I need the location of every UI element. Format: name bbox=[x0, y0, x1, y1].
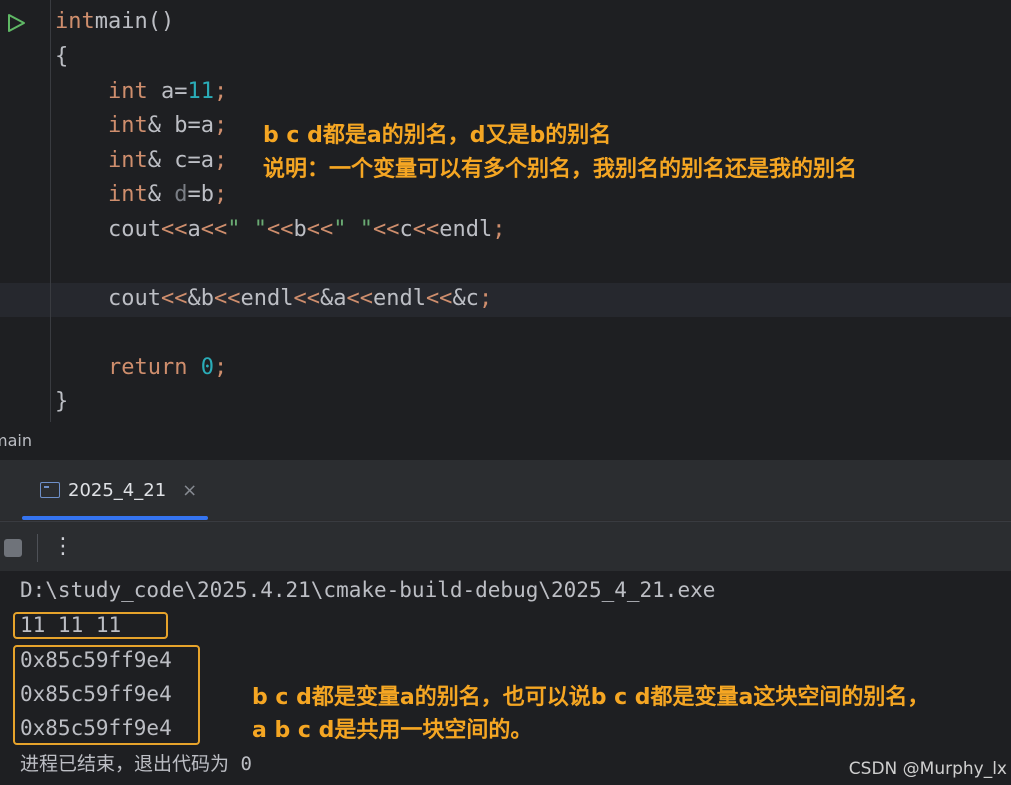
close-icon[interactable]: × bbox=[182, 480, 197, 501]
run-tab-bar: 2025_4_21 × bbox=[0, 460, 1011, 520]
active-tab-indicator bbox=[22, 516, 208, 520]
console-address-line: 0x85c59ff9e4 bbox=[20, 716, 172, 740]
annotation-shared-space: a b c d是共用一块空间的。 bbox=[252, 718, 533, 743]
breadcrumb[interactable]: main bbox=[0, 422, 1011, 461]
run-tab-title: 2025_4_21 bbox=[68, 479, 167, 501]
console-address-line: 0x85c59ff9e4 bbox=[20, 648, 172, 672]
console-path-line: D:\study_code\2025.4.21\cmake-build-debu… bbox=[20, 578, 716, 602]
code-line: { bbox=[55, 44, 69, 69]
stop-button[interactable] bbox=[4, 539, 22, 557]
toolbar-separator bbox=[37, 534, 38, 562]
more-options-button[interactable]: ⋮ bbox=[52, 532, 74, 562]
code-line: int& b=a; bbox=[107, 113, 228, 138]
code-line: cout<<a<<" "<<b<<" "<<c<<endl; bbox=[55, 217, 506, 242]
annotation-explanation: 说明：一个变量可以有多个别名，我别名的别名还是我的别名 bbox=[263, 157, 858, 182]
console-address-line: 0x85c59ff9e4 bbox=[20, 682, 172, 706]
code-line: return 0; bbox=[107, 355, 228, 380]
run-tab[interactable]: 2025_4_21 × bbox=[22, 460, 208, 520]
gutter-divider bbox=[50, 0, 51, 422]
code-line: int a=11; bbox=[107, 79, 228, 104]
annotation-alias-note: b c d都是a的别名，d又是b的别名 bbox=[263, 123, 612, 148]
console-icon bbox=[40, 482, 60, 498]
console-output[interactable]: D:\study_code\2025.4.21\cmake-build-debu… bbox=[0, 571, 1011, 785]
breadcrumb-item-main[interactable]: main bbox=[0, 431, 32, 450]
code-line: cout<<&b<<endl<<&a<<endl<<&c; bbox=[55, 286, 493, 311]
annotation-alias-space: b c d都是变量a的别名，也可以说b c d都是变量a这块空间的别名， bbox=[252, 685, 930, 710]
console-values-line: 11 11 11 bbox=[20, 613, 122, 637]
watermark: CSDN @Murphy_lx bbox=[848, 759, 1007, 779]
code-line: int& c=a; bbox=[107, 148, 228, 173]
run-toolbar: ⋮ bbox=[0, 521, 1011, 572]
code-line: intmain() bbox=[55, 9, 175, 34]
code-line: } bbox=[55, 389, 69, 414]
run-icon[interactable] bbox=[5, 12, 27, 34]
console-exit-message: 进程已结束，退出代码为 0 bbox=[20, 753, 252, 775]
code-line: int& d=b; bbox=[107, 182, 228, 207]
code-editor[interactable]: intmain() { int a=11; int& b=a; int& c=a;… bbox=[0, 0, 1011, 422]
